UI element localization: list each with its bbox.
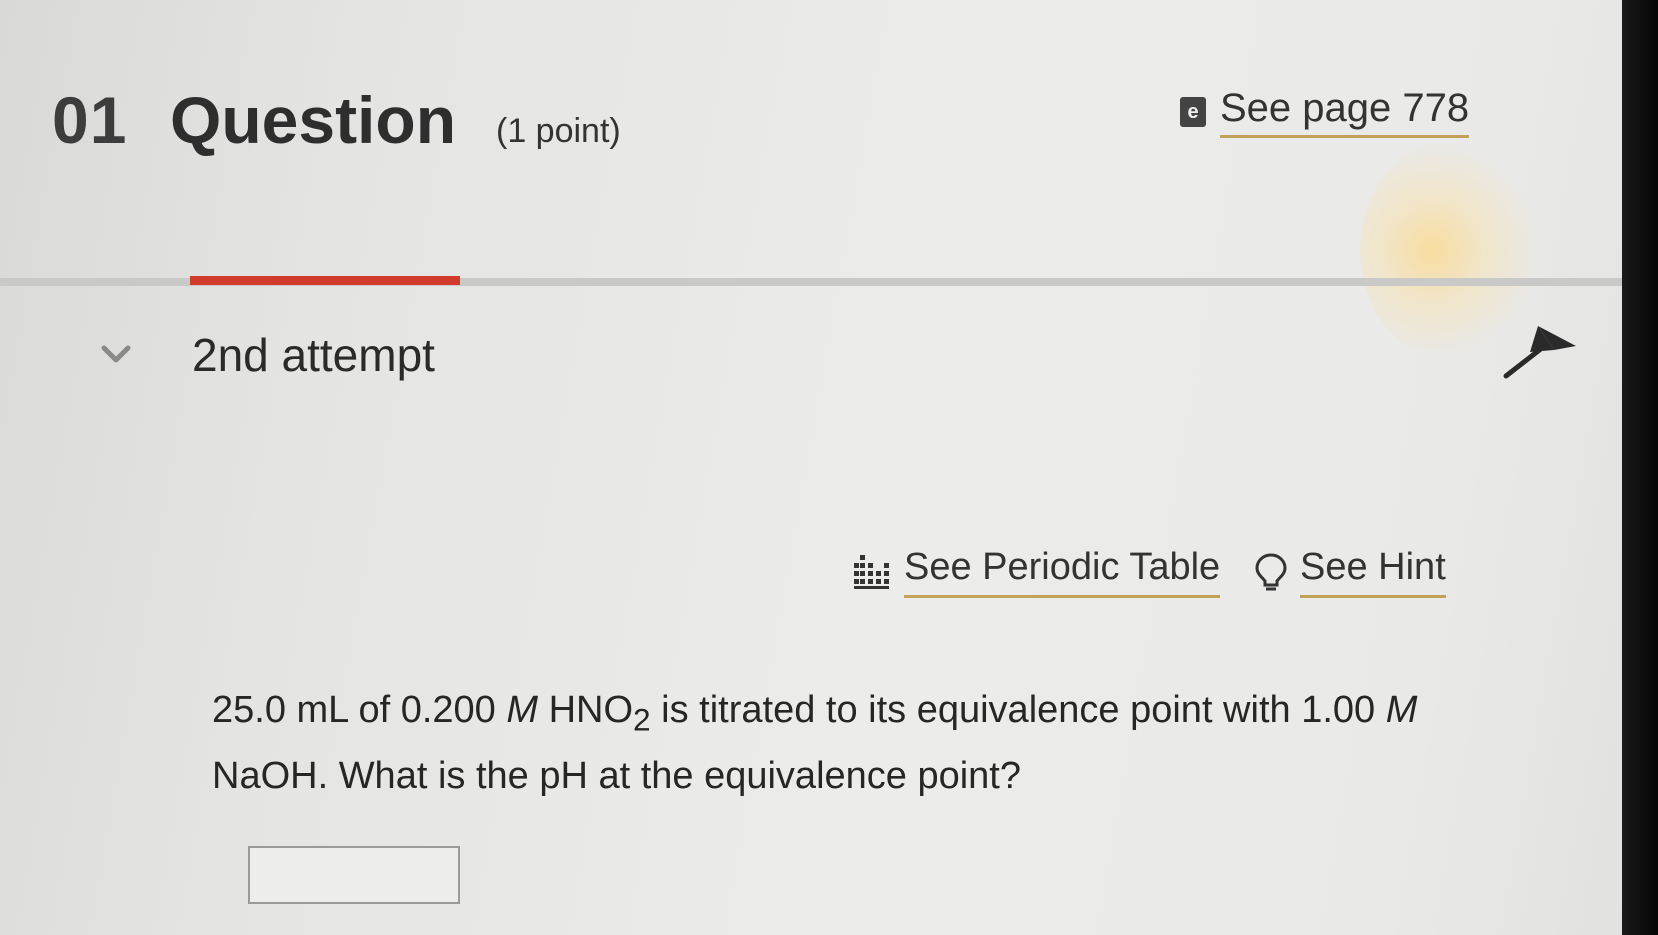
monitor-bezel bbox=[1622, 0, 1658, 935]
question-text-part2: HNO bbox=[538, 689, 634, 731]
chevron-down-icon[interactable] bbox=[100, 342, 132, 366]
subscript: 2 bbox=[633, 701, 651, 738]
active-attempt-indicator[interactable] bbox=[190, 276, 460, 285]
periodic-table-label: See Periodic Table bbox=[904, 546, 1221, 598]
molarity-unit: M bbox=[1385, 689, 1418, 731]
molarity-unit: M bbox=[506, 689, 539, 731]
hint-link[interactable]: See Hint bbox=[1254, 546, 1446, 598]
answer-input[interactable] bbox=[248, 846, 460, 904]
question-number: 01 bbox=[52, 83, 128, 157]
ebook-icon: e bbox=[1180, 97, 1206, 127]
attempt-label[interactable]: 2nd attempt bbox=[192, 328, 435, 382]
question-points: (1 point) bbox=[496, 112, 621, 150]
ebook-page-label: See page 778 bbox=[1220, 86, 1470, 138]
question-text: 25.0 mL of 0.200 M HNO2 is titrated to i… bbox=[212, 682, 1472, 804]
question-text-part4: NaOH. What is the pH at the equivalence … bbox=[212, 754, 1022, 797]
question-text-part3: is titrated to its equivalence point wit… bbox=[650, 689, 1386, 731]
question-text-part1: 25.0 mL of 0.200 bbox=[212, 689, 507, 731]
lightbulb-icon bbox=[1255, 553, 1287, 591]
pin-icon[interactable] bbox=[1500, 322, 1580, 382]
periodic-table-link[interactable]: See Periodic Table bbox=[852, 546, 1221, 598]
ebook-page-link[interactable]: e See page 778 bbox=[1180, 86, 1470, 138]
question-title: Question bbox=[170, 83, 457, 157]
hint-label: See Hint bbox=[1300, 546, 1446, 598]
periodic-table-icon bbox=[854, 555, 889, 589]
